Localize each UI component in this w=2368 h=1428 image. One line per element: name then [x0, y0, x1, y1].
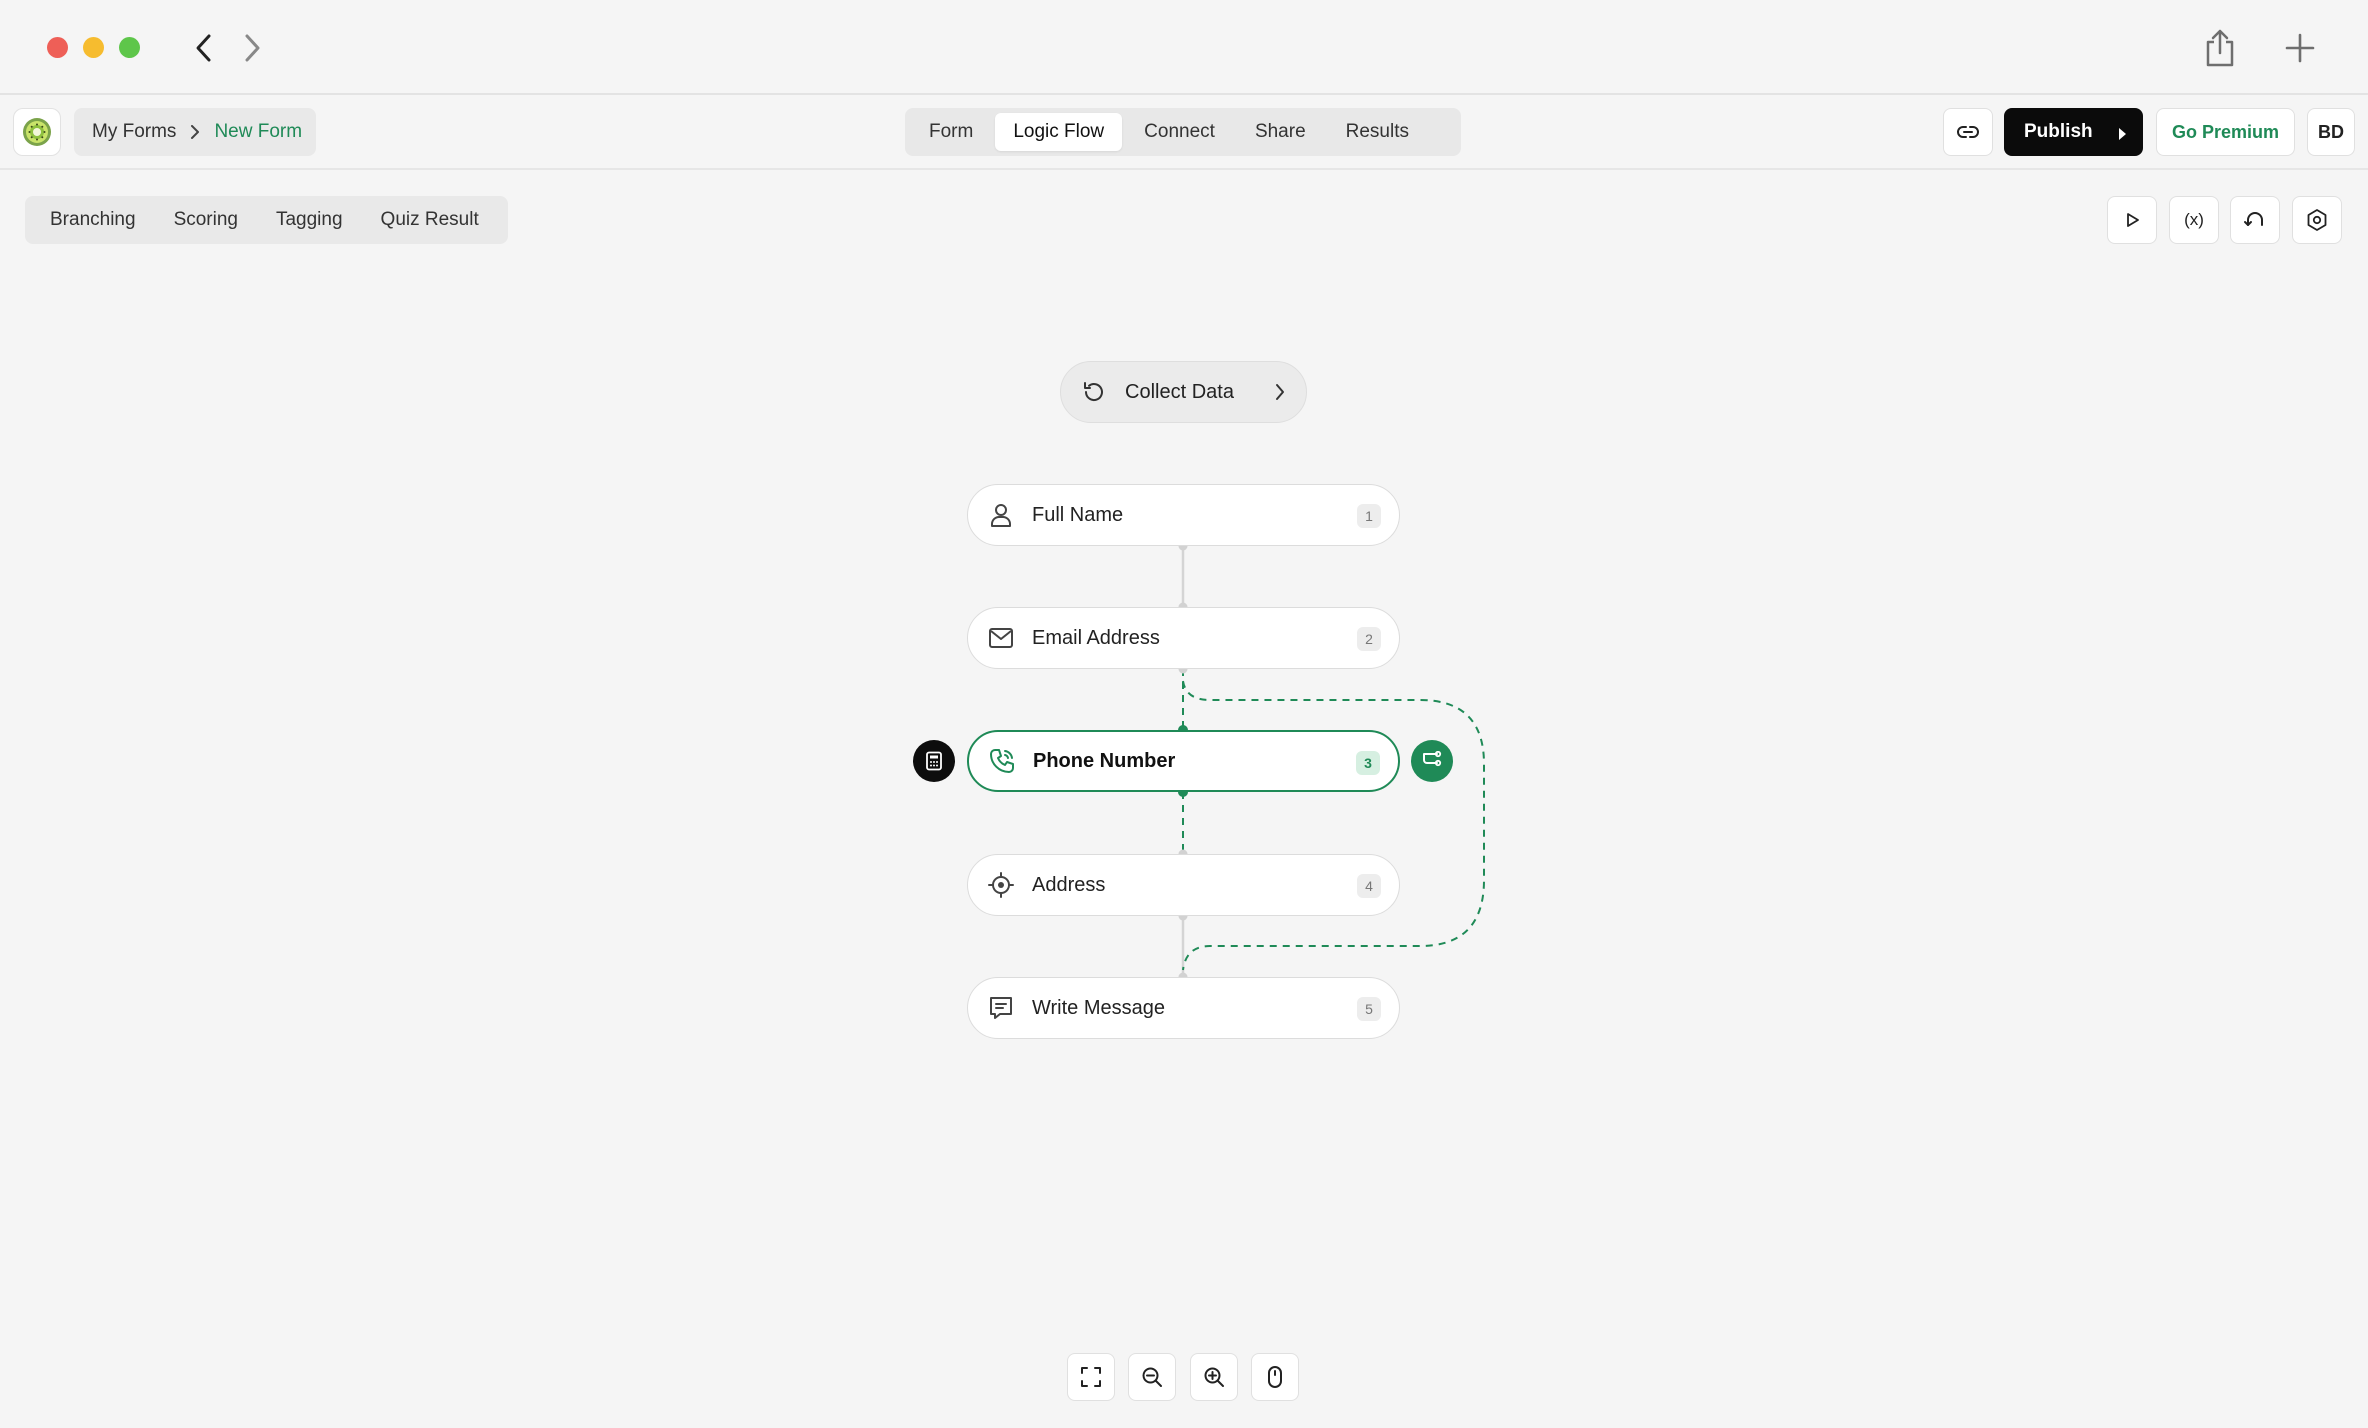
flow-node-write-message[interactable]: Write Message 5 — [967, 977, 1400, 1039]
node-label: Address — [1032, 873, 1106, 896]
branch-icon — [1423, 751, 1442, 767]
phone-icon — [987, 746, 1017, 776]
expand-icon — [1081, 1367, 1101, 1387]
zoom-out-button[interactable] — [1128, 1353, 1176, 1401]
envelope-icon — [986, 623, 1016, 653]
flow-node-phone-number[interactable]: Phone Number 3 — [967, 730, 1400, 792]
fit-view-button[interactable] — [1067, 1353, 1115, 1401]
calculator-button[interactable] — [913, 740, 955, 782]
mouse-mode-button[interactable] — [1251, 1353, 1299, 1401]
flow-node-address[interactable]: Address 4 — [967, 854, 1400, 916]
calculator-icon — [926, 751, 942, 771]
add-branch-button[interactable] — [1411, 740, 1453, 782]
mouse-icon — [1268, 1366, 1282, 1388]
refresh-icon — [1084, 382, 1103, 401]
node-number-badge: 5 — [1357, 997, 1381, 1021]
person-icon — [986, 500, 1016, 530]
node-label: Phone Number — [1033, 749, 1176, 772]
chevron-right-icon — [1274, 382, 1286, 408]
node-number-badge: 2 — [1357, 627, 1381, 651]
node-number-badge: 3 — [1356, 751, 1380, 775]
zoom-in-button[interactable] — [1190, 1353, 1238, 1401]
node-label: Full Name — [1032, 503, 1124, 526]
location-icon — [986, 870, 1016, 900]
zoom-in-icon — [1204, 1367, 1224, 1387]
flow-connectors — [1178, 541, 1485, 982]
node-label: Email Address — [1032, 626, 1160, 649]
node-number-badge: 1 — [1357, 504, 1381, 528]
collect-data-start[interactable]: Collect Data — [1060, 361, 1307, 423]
node-number-badge: 4 — [1357, 874, 1381, 898]
branch-connector — [1182, 680, 1485, 971]
collect-data-label: Collect Data — [1125, 380, 1234, 403]
message-icon — [986, 993, 1016, 1023]
node-label: Write Message — [1032, 996, 1166, 1019]
flow-node-full-name[interactable]: Full Name 1 — [967, 484, 1400, 546]
zoom-out-icon — [1142, 1367, 1162, 1387]
flow-node-email-address[interactable]: Email Address 2 — [967, 607, 1400, 669]
